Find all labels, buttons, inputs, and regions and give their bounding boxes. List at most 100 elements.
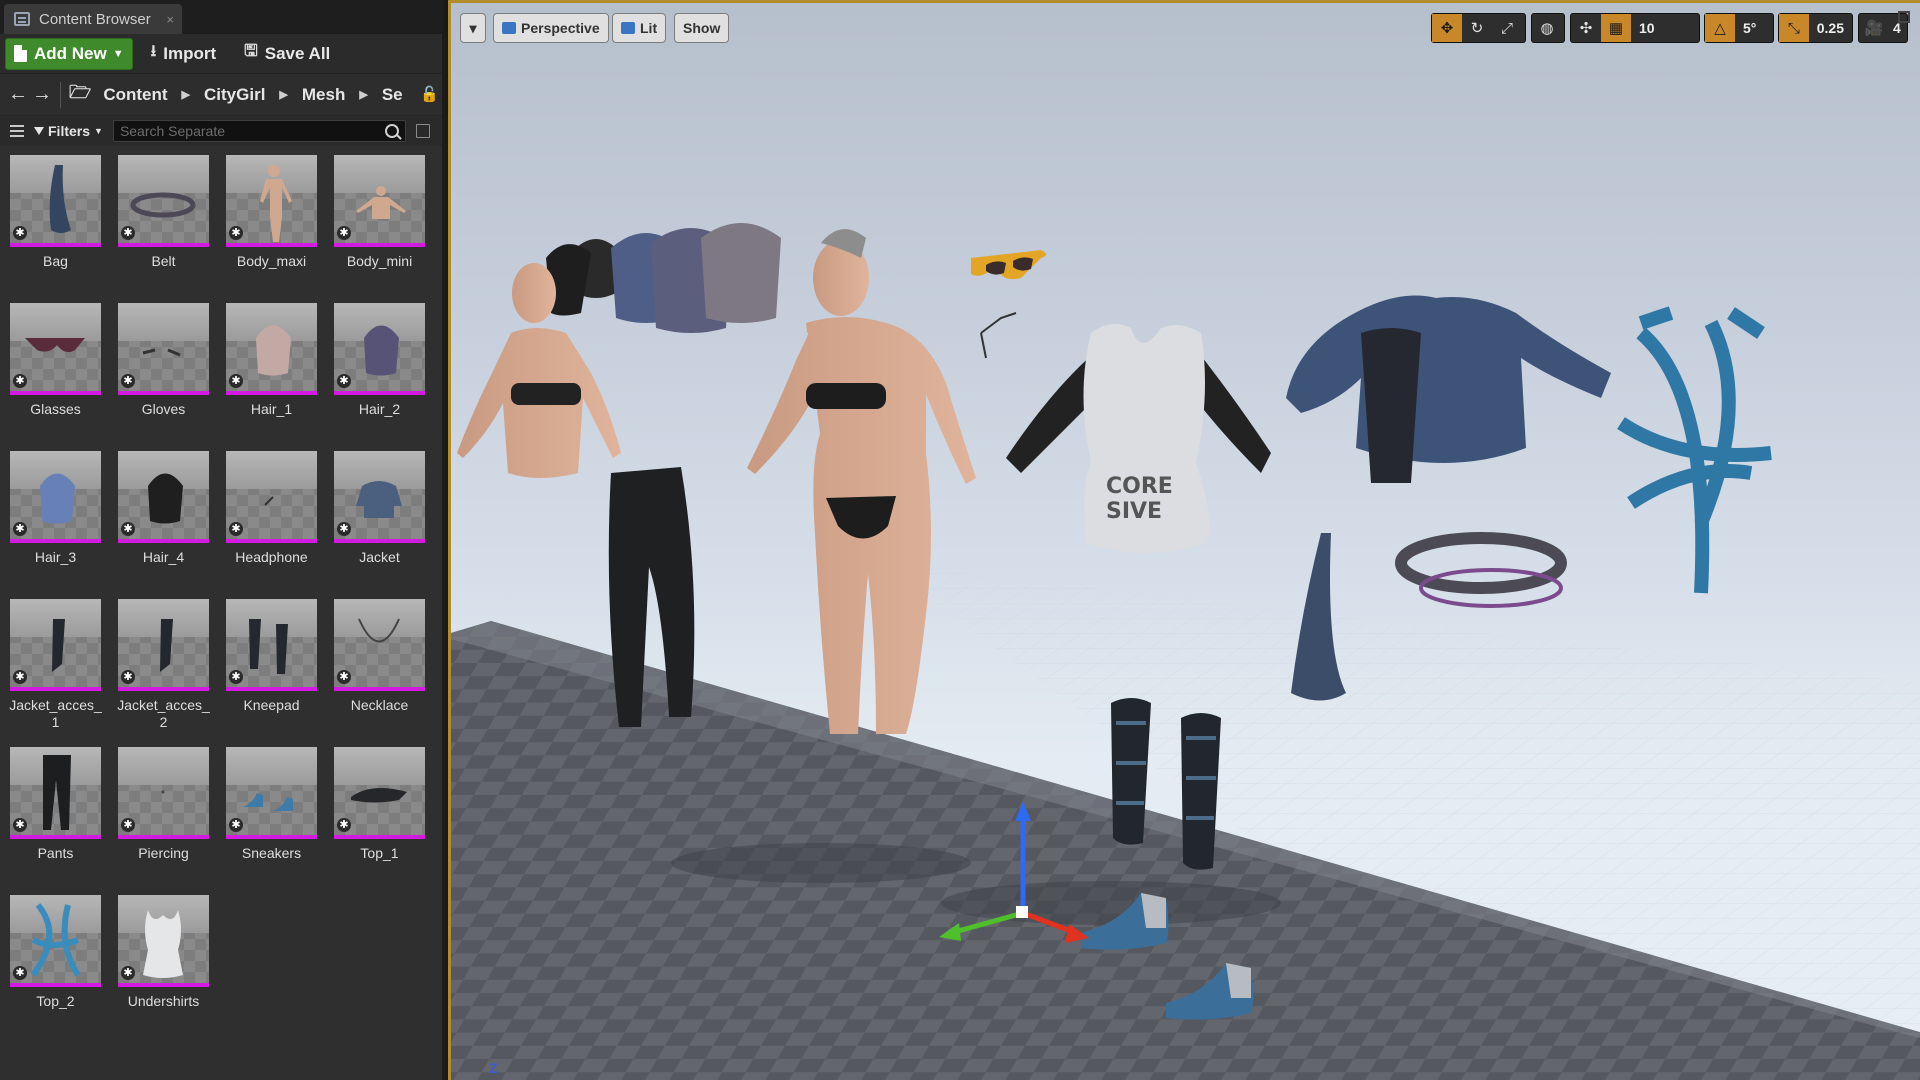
lit-button[interactable]: Lit <box>612 13 667 43</box>
grid-snap-value[interactable]: 10 <box>1631 20 1663 36</box>
asset-thumbnail: ✱ <box>10 451 101 543</box>
asset-label: Hair_4 <box>142 549 185 565</box>
asset-label: Jacket_acces_ 2 <box>117 697 210 730</box>
asset-tile[interactable]: ✱ Jacket_acces_ 2 <box>117 599 210 739</box>
world-icon[interactable]: ◍ <box>1532 14 1562 42</box>
favorite-star-icon[interactable]: ✱ <box>337 226 351 240</box>
favorite-star-icon[interactable]: ✱ <box>337 818 351 832</box>
chevron-right-icon[interactable]: ▶ <box>279 88 287 101</box>
asset-thumbnail: ✱ <box>118 747 209 839</box>
asset-tile[interactable]: ✱ Necklace <box>334 599 425 739</box>
grid-snap-icon[interactable]: ▦ <box>1601 14 1631 42</box>
translate-tool-icon[interactable]: ✥ <box>1432 14 1462 42</box>
favorite-star-icon[interactable]: ✱ <box>13 226 27 240</box>
asset-tile[interactable]: ✱ Bag <box>10 155 101 295</box>
save-all-label: Save All <box>264 43 331 63</box>
breadcrumb-citygirl[interactable]: CityGirl <box>204 85 265 105</box>
asset-tile[interactable]: ✱ Glasses <box>10 303 101 443</box>
scale-snap-value[interactable]: 0.25 <box>1809 20 1852 36</box>
favorite-star-icon[interactable]: ✱ <box>121 522 135 536</box>
level-viewport[interactable]: CORE SIVE ▾ Perspective Lit Show ✥ ↻ ⤢ ◍… <box>448 0 1920 1080</box>
favorite-star-icon[interactable]: ✱ <box>229 522 243 536</box>
favorite-star-icon[interactable]: ✱ <box>121 226 135 240</box>
lock-icon[interactable]: 🔓 <box>420 85 439 105</box>
filters-label: Filters <box>48 123 91 139</box>
favorite-star-icon[interactable]: ✱ <box>121 966 135 980</box>
forward-arrow-icon[interactable]: → <box>30 83 54 106</box>
favorite-star-icon[interactable]: ✱ <box>229 818 243 832</box>
favorite-star-icon[interactable]: ✱ <box>229 374 243 388</box>
asset-tile[interactable]: ✱ Belt <box>118 155 209 295</box>
rotation-snap-icon[interactable]: △ <box>1705 14 1735 42</box>
asset-tile[interactable]: ✱ Sneakers <box>226 747 317 887</box>
favorite-star-icon[interactable]: ✱ <box>13 966 27 980</box>
asset-label: Top_1 <box>360 845 399 861</box>
asset-tile[interactable]: ✱ Headphone <box>226 451 317 591</box>
asset-preview-icon <box>161 790 165 794</box>
favorite-star-icon[interactable]: ✱ <box>121 374 135 388</box>
tab-title: Content Browser <box>39 10 151 28</box>
asset-tile[interactable]: ✱ Undershirts <box>118 895 209 1035</box>
close-icon[interactable]: × <box>166 12 174 27</box>
save-search-icon[interactable] <box>415 124 430 138</box>
asset-thumbnail: ✱ <box>226 303 317 395</box>
asset-tile[interactable]: ✱ Hair_4 <box>118 451 209 591</box>
asset-label: Jacket <box>359 549 400 565</box>
favorite-star-icon[interactable]: ✱ <box>13 374 27 388</box>
save-all-button[interactable]: 🖫 Save All <box>234 38 340 70</box>
perspective-button[interactable]: Perspective <box>493 13 609 43</box>
favorite-star-icon[interactable]: ✱ <box>229 226 243 240</box>
favorite-star-icon[interactable]: ✱ <box>13 670 27 684</box>
add-new-button[interactable]: Add New ▼ <box>5 37 133 70</box>
camera-icon[interactable]: 🎥 <box>1859 14 1889 42</box>
tab-content-browser[interactable]: Content Browser × <box>4 4 182 34</box>
rotate-tool-icon[interactable]: ↻ <box>1462 14 1492 42</box>
breadcrumb-content[interactable]: Content <box>103 85 167 105</box>
breadcrumb-mesh[interactable]: Mesh <box>302 85 345 105</box>
maximize-icon[interactable] <box>1898 11 1910 23</box>
asset-tile[interactable]: ✱ Hair_2 <box>334 303 425 443</box>
search-icon[interactable] <box>384 124 399 138</box>
hair-meshes <box>546 223 781 333</box>
favorite-star-icon[interactable]: ✱ <box>13 818 27 832</box>
asset-tile[interactable]: ✱ Kneepad <box>226 599 317 739</box>
favorite-star-icon[interactable]: ✱ <box>121 670 135 684</box>
surface-snap-icon[interactable]: ✣ <box>1571 14 1601 42</box>
rotation-snap-value[interactable]: 5° <box>1735 20 1764 36</box>
asset-tile[interactable]: ✱ Hair_3 <box>10 451 101 591</box>
favorite-star-icon[interactable]: ✱ <box>13 522 27 536</box>
viewport-options-button[interactable]: ▾ <box>460 13 486 43</box>
asset-tile[interactable]: ✱ Piercing <box>118 747 209 887</box>
asset-tile[interactable]: ✱ Top_2 <box>10 895 101 1035</box>
asset-tile[interactable]: ✱ Gloves <box>118 303 209 443</box>
asset-tile[interactable]: ✱ Pants <box>10 747 101 887</box>
asset-tile[interactable]: ✱ Jacket <box>334 451 425 591</box>
asset-tile[interactable]: ✱ Jacket_acces_ 1 <box>9 599 102 739</box>
asset-label: Bag <box>43 253 68 269</box>
back-arrow-icon[interactable]: ← <box>6 83 30 106</box>
favorite-star-icon[interactable]: ✱ <box>337 670 351 684</box>
divider <box>60 81 61 108</box>
scale-snap-icon[interactable]: ⤡ <box>1779 14 1809 42</box>
chevron-right-icon[interactable]: ▶ <box>359 88 367 101</box>
show-button[interactable]: Show <box>674 13 730 43</box>
import-button[interactable]: ⭳ Import <box>141 38 227 70</box>
asset-thumbnail: ✱ <box>10 747 101 839</box>
chevron-right-icon[interactable]: ▶ <box>182 88 190 101</box>
favorite-star-icon[interactable]: ✱ <box>337 522 351 536</box>
new-file-icon <box>14 45 27 62</box>
breadcrumb-separate[interactable]: Se <box>382 85 403 105</box>
coordinate-system: ◍ <box>1531 13 1565 43</box>
asset-tile[interactable]: ✱ Hair_1 <box>226 303 317 443</box>
asset-tile[interactable]: ✱ Top_1 <box>334 747 425 887</box>
favorite-star-icon[interactable]: ✱ <box>121 818 135 832</box>
sources-panel-icon[interactable] <box>6 123 26 139</box>
folder-icon[interactable]: 🗁 <box>69 80 91 110</box>
favorite-star-icon[interactable]: ✱ <box>229 670 243 684</box>
filters-button[interactable]: Filters ▼ <box>34 123 103 139</box>
asset-tile[interactable]: ✱ Body_mini <box>334 155 425 295</box>
favorite-star-icon[interactable]: ✱ <box>337 374 351 388</box>
search-input[interactable] <box>119 123 385 139</box>
asset-tile[interactable]: ✱ Body_maxi <box>226 155 317 295</box>
scale-tool-icon[interactable]: ⤢ <box>1492 14 1522 42</box>
